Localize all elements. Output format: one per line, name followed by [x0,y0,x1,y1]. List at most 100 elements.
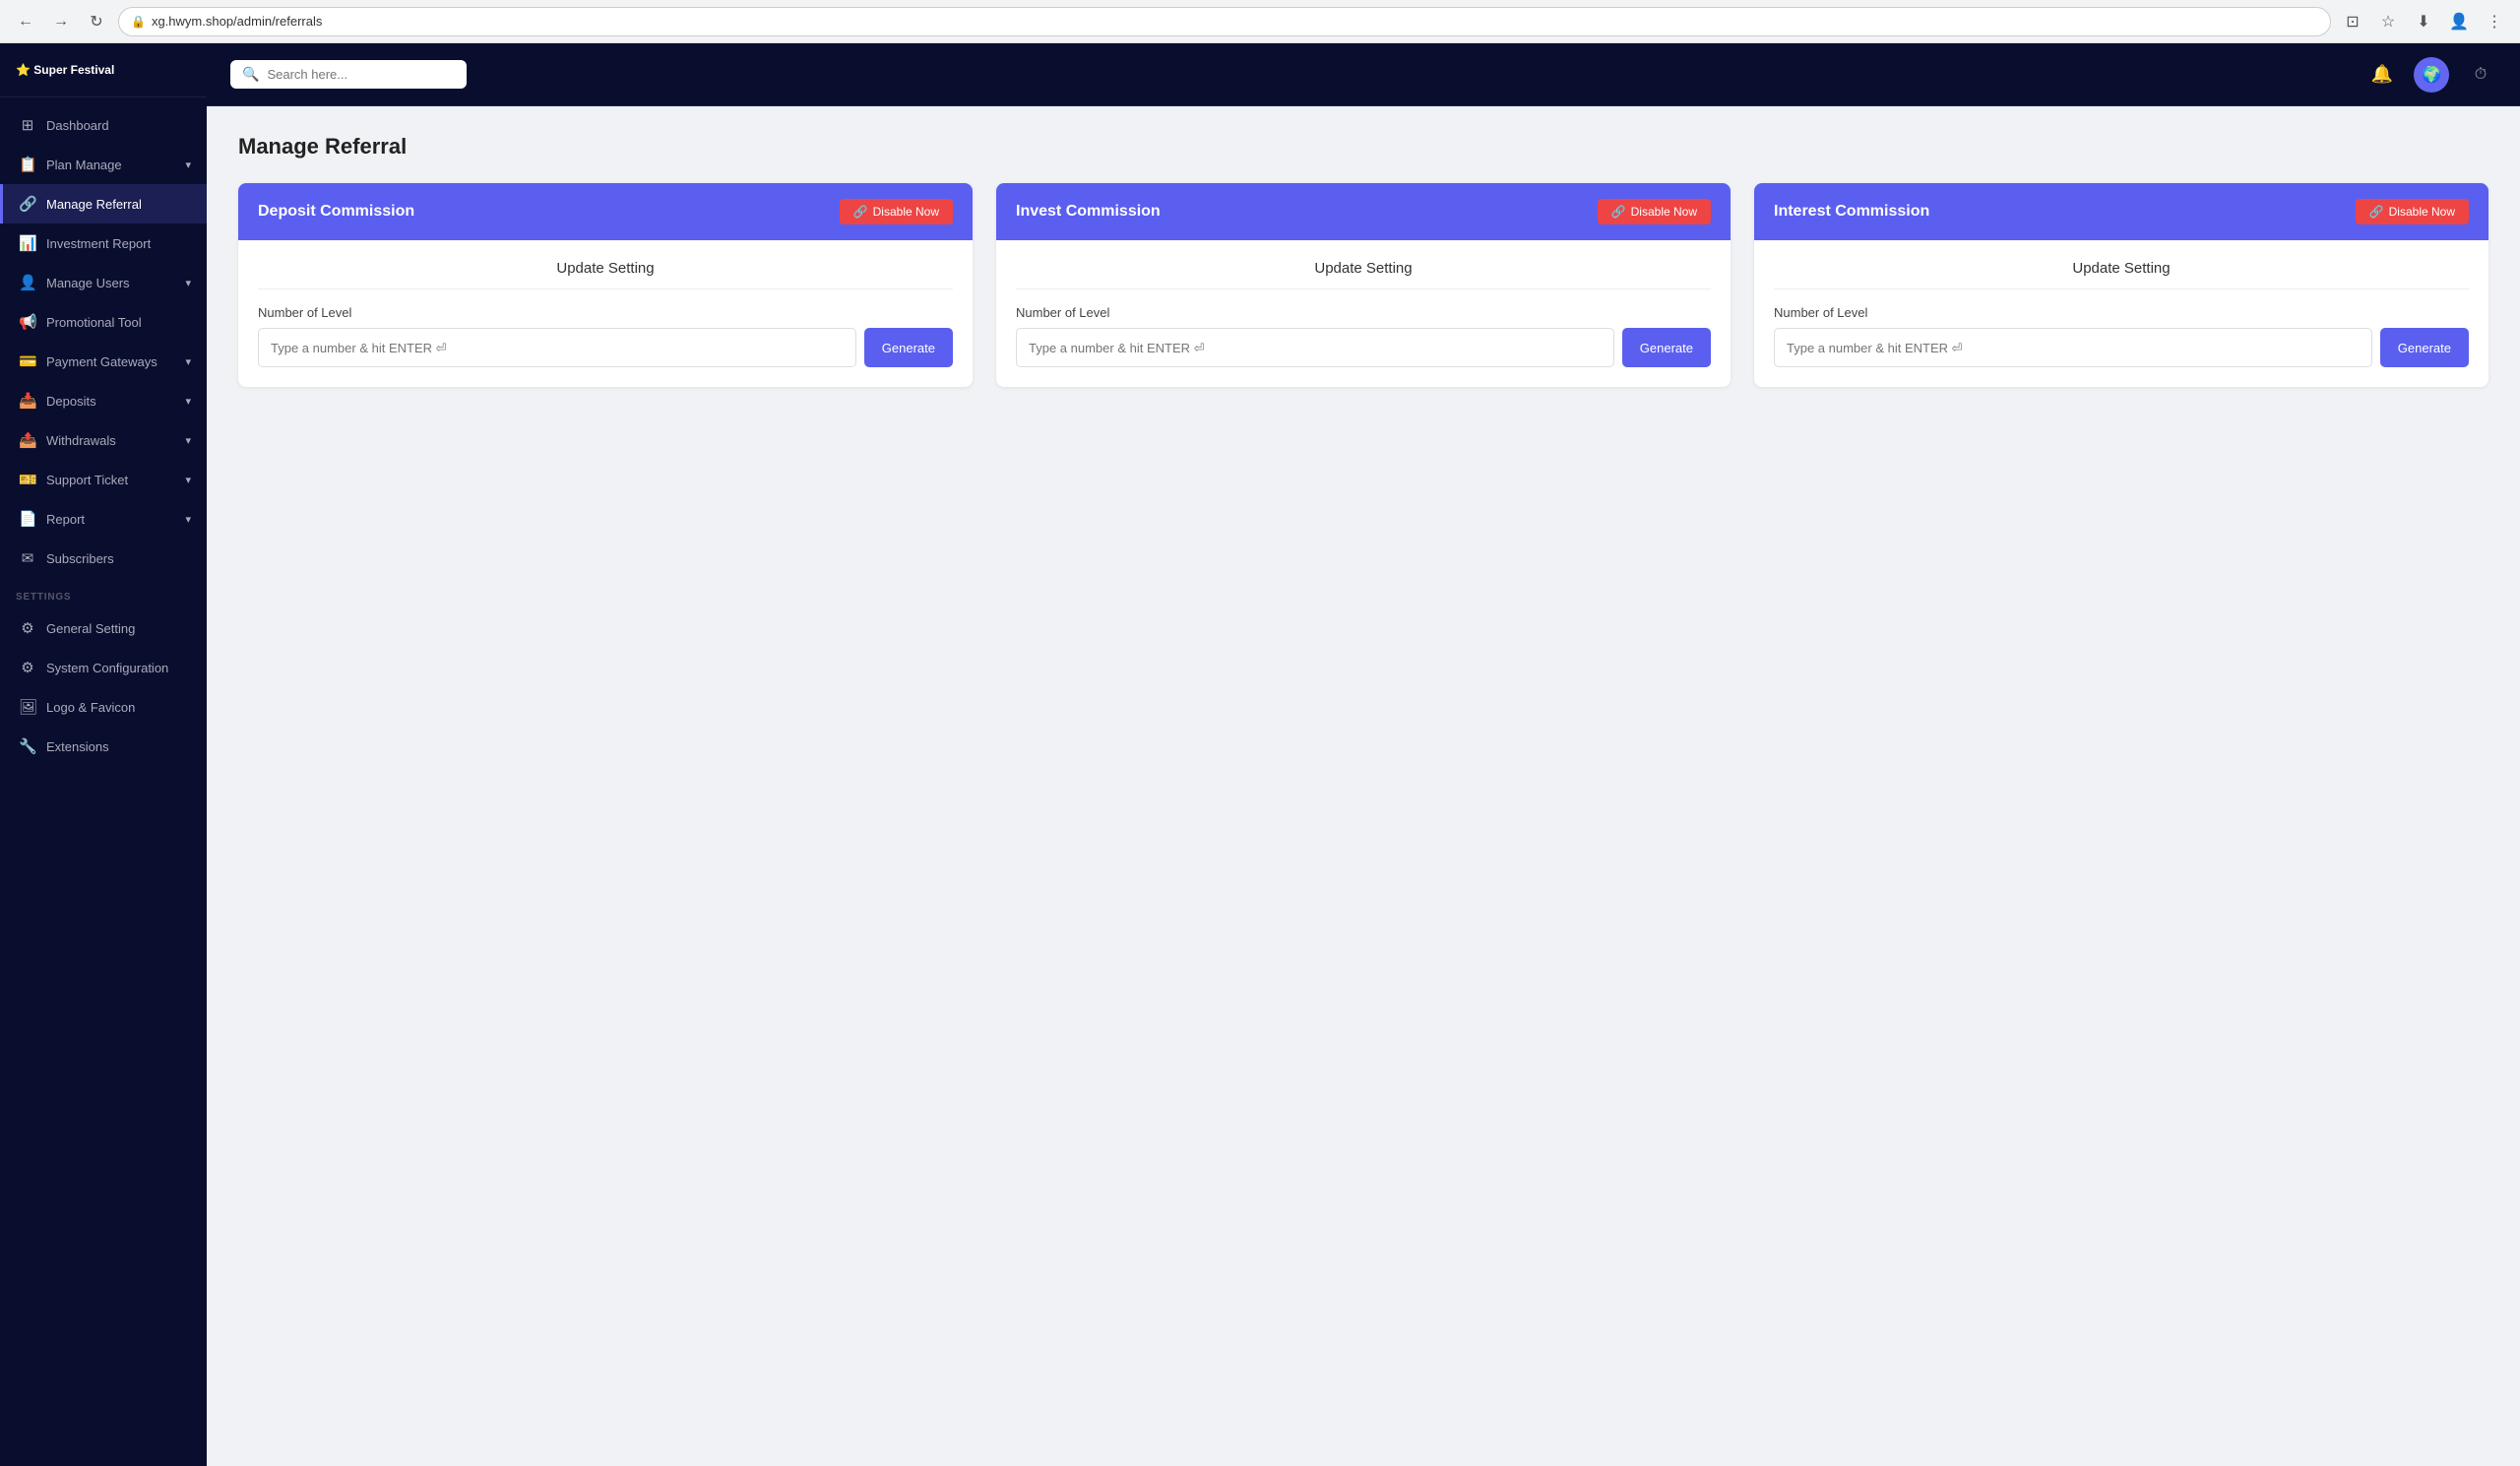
app-container: ⭐ Super Festival ⊞ Dashboard 📋 Plan Mana… [0,43,2520,1466]
field-label-interest-commission: Number of Level [1774,305,2469,320]
sidebar-item-deposits[interactable]: 📥 Deposits ▾ [0,381,207,420]
sidebar-item-support-ticket[interactable]: 🎫 Support Ticket ▾ [0,460,207,499]
withdrawals-icon: 📤 [19,431,36,449]
chevron-icon: ▾ [185,355,191,368]
reload-button[interactable]: ↻ [83,8,110,35]
sidebar-item-investment-report[interactable]: 📊 Investment Report [0,223,207,263]
sidebar-item-manage-referral[interactable]: 🔗 Manage Referral [0,184,207,223]
sidebar-item-label: Withdrawals [46,433,116,448]
sidebar-item-promotional-tool[interactable]: 📢 Promotional Tool [0,302,207,342]
generate-button-invest-commission[interactable]: Generate [1622,328,1711,367]
chevron-icon: ▾ [185,434,191,447]
sidebar-item-extensions[interactable]: 🔧 Extensions [0,727,207,766]
card-header-deposit-commission: Deposit Commission 🔗 Disable Now [238,183,973,240]
deposits-icon: 📥 [19,392,36,410]
level-input-interest-commission[interactable] [1774,328,2372,367]
promotional-tool-icon: 📢 [19,313,36,331]
sidebar-item-label: Logo & Favicon [46,700,135,715]
logo-favicon-icon: 🖼 [19,698,36,716]
browser-chrome: ← → ↻ 🔒 xg.hwym.shop/admin/referrals ⊡ ☆… [0,0,2520,43]
update-setting-title-deposit-commission: Update Setting [258,260,953,289]
download-icon[interactable]: ⬇ [2410,8,2437,35]
level-input-deposit-commission[interactable] [258,328,856,367]
input-row-interest-commission: Generate [1774,328,2469,367]
search-box[interactable]: 🔍 [230,60,467,89]
sidebar-item-subscribers[interactable]: ✉ Subscribers [0,539,207,578]
bookmark-icon[interactable]: ☆ [2374,8,2402,35]
sidebar-item-label: Manage Referral [46,197,142,212]
cast-icon[interactable]: ⊡ [2339,8,2366,35]
sidebar-item-logo-favicon[interactable]: 🖼 Logo & Favicon [0,687,207,727]
field-label-invest-commission: Number of Level [1016,305,1711,320]
input-row-invest-commission: Generate [1016,328,1711,367]
sidebar-nav: ⊞ Dashboard 📋 Plan Manage ▾ 🔗 Manage Ref… [0,97,207,1466]
subscribers-icon: ✉ [19,549,36,567]
disable-button-interest-commission[interactable]: 🔗 Disable Now [2356,199,2469,224]
sidebar-item-system-configuration[interactable]: ⚙ System Configuration [0,648,207,687]
menu-icon[interactable]: ⋮ [2481,8,2508,35]
clock-icon[interactable]: ⏱ [2465,59,2496,91]
support-ticket-icon: 🎫 [19,471,36,488]
sidebar-item-dashboard[interactable]: ⊞ Dashboard [0,105,207,145]
chevron-icon: ▾ [185,395,191,408]
sidebar-item-label: Extensions [46,739,109,754]
card-body-invest-commission: Update Setting Number of Level Generate [996,240,1731,387]
sidebar: ⭐ Super Festival ⊞ Dashboard 📋 Plan Mana… [0,43,207,1466]
back-button[interactable]: ← [12,8,39,35]
sidebar-item-label: Support Ticket [46,473,128,487]
sidebar-item-general-setting[interactable]: ⚙ General Setting [0,608,207,648]
sidebar-item-label: Dashboard [46,118,109,133]
sidebar-item-manage-users[interactable]: 👤 Manage Users ▾ [0,263,207,302]
report-icon: 📄 [19,510,36,528]
content-area: Manage Referral Deposit Commission 🔗 Dis… [207,106,2520,1466]
main-wrapper: 🔍 🔔 🌍 ⏱ Manage Referral Deposit Commissi… [207,43,2520,1466]
chevron-icon: ▾ [185,474,191,486]
sidebar-item-label: Promotional Tool [46,315,142,330]
card-header-invest-commission: Invest Commission 🔗 Disable Now [996,183,1731,240]
sidebar-item-withdrawals[interactable]: 📤 Withdrawals ▾ [0,420,207,460]
notification-icon[interactable]: 🔔 [2366,59,2398,91]
search-input[interactable] [267,67,455,82]
investment-report-icon: 📊 [19,234,36,252]
card-body-deposit-commission: Update Setting Number of Level Generate [238,240,973,387]
payment-gateways-icon: 💳 [19,352,36,370]
sidebar-item-label: Investment Report [46,236,151,251]
url-bar[interactable]: 🔒 xg.hwym.shop/admin/referrals [118,7,2331,36]
update-setting-title-invest-commission: Update Setting [1016,260,1711,289]
disable-button-invest-commission[interactable]: 🔗 Disable Now [1598,199,1711,224]
extensions-icon: 🔧 [19,737,36,755]
sidebar-item-label: System Configuration [46,661,168,675]
sidebar-item-payment-gateways[interactable]: 💳 Payment Gateways ▾ [0,342,207,381]
card-title-deposit-commission: Deposit Commission [258,203,414,221]
sidebar-item-report[interactable]: 📄 Report ▾ [0,499,207,539]
sidebar-item-label: Plan Manage [46,158,122,172]
generate-button-deposit-commission[interactable]: Generate [864,328,953,367]
card-title-invest-commission: Invest Commission [1016,203,1161,221]
generate-button-interest-commission[interactable]: Generate [2380,328,2469,367]
level-input-invest-commission[interactable] [1016,328,1614,367]
card-deposit-commission: Deposit Commission 🔗 Disable Now Update … [238,183,973,387]
avatar[interactable]: 🌍 [2414,57,2449,93]
sidebar-item-label: Subscribers [46,551,114,566]
sidebar-item-plan-manage[interactable]: 📋 Plan Manage ▾ [0,145,207,184]
page-title: Manage Referral [238,134,2488,159]
sidebar-item-label: Deposits [46,394,96,409]
cards-grid: Deposit Commission 🔗 Disable Now Update … [238,183,2488,387]
logo: ⭐ Super Festival [0,43,207,97]
link-icon: 🔗 [853,205,868,219]
sidebar-item-label: Manage Users [46,276,130,290]
sidebar-item-label: Report [46,512,85,527]
general-setting-icon: ⚙ [19,619,36,637]
card-invest-commission: Invest Commission 🔗 Disable Now Update S… [996,183,1731,387]
profile-icon[interactable]: 👤 [2445,8,2473,35]
disable-button-deposit-commission[interactable]: 🔗 Disable Now [840,199,953,224]
card-interest-commission: Interest Commission 🔗 Disable Now Update… [1754,183,2488,387]
card-header-interest-commission: Interest Commission 🔗 Disable Now [1754,183,2488,240]
link-icon: 🔗 [2369,205,2384,219]
update-setting-title-interest-commission: Update Setting [1774,260,2469,289]
forward-button[interactable]: → [47,8,75,35]
plan-manage-icon: 📋 [19,156,36,173]
card-body-interest-commission: Update Setting Number of Level Generate [1754,240,2488,387]
topbar-right: 🔔 🌍 ⏱ [2366,57,2496,93]
card-title-interest-commission: Interest Commission [1774,203,1929,221]
